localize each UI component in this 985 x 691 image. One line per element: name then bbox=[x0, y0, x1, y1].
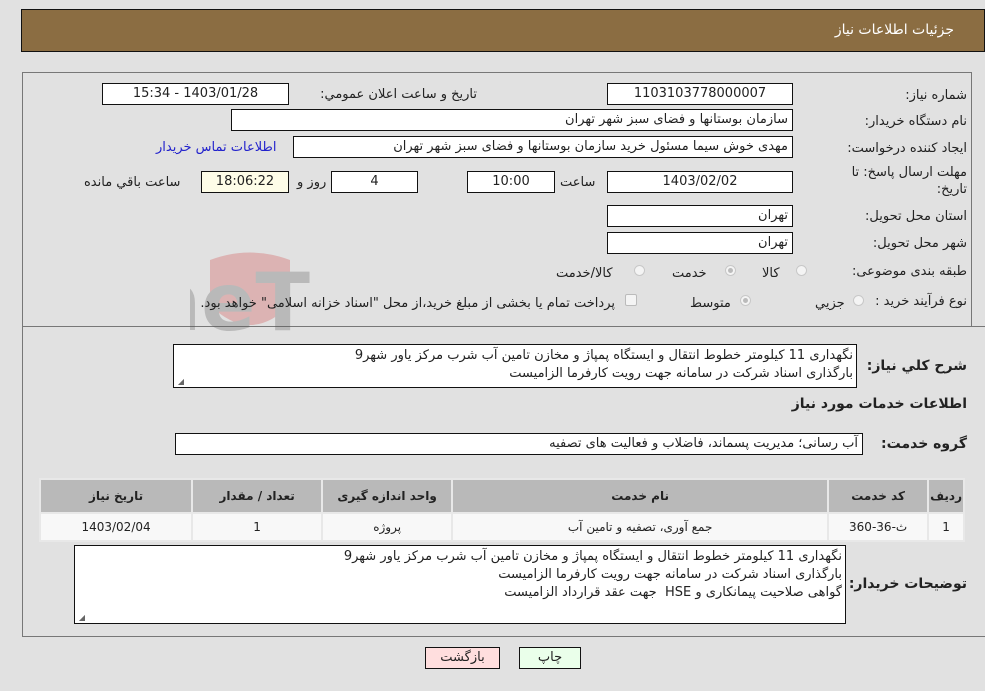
col-need-date: تاریخ نیاز bbox=[38, 478, 194, 514]
days-remaining-field: 4 bbox=[331, 171, 418, 193]
process-label: نوع فرآیند خرید : bbox=[875, 294, 967, 309]
col-service-code: کد خدمت bbox=[827, 478, 930, 514]
province-label: استان محل تحویل: bbox=[865, 209, 967, 224]
description-line-1: نگهداری 11 کیلومتر خطوط انتقال و ایستگاه… bbox=[354, 348, 853, 363]
category-option-service: خدمت bbox=[672, 266, 707, 281]
resize-grip-icon[interactable]: ◢ bbox=[176, 378, 184, 386]
category-radio-goods[interactable] bbox=[796, 265, 807, 276]
services-table: ردیف کد خدمت نام خدمت واحد اندازه گیری ت… bbox=[38, 478, 965, 542]
announce-datetime-field: 1403/01/28 - 15:34 bbox=[102, 83, 289, 105]
buyer-contact-link[interactable]: اطلاعات تماس خریدار bbox=[156, 140, 276, 155]
col-service-name: نام خدمت bbox=[451, 478, 830, 514]
section-divider bbox=[22, 326, 985, 327]
buyer-org-label: نام دستگاه خریدار: bbox=[864, 114, 967, 129]
deadline-time-label: ساعت bbox=[560, 175, 596, 190]
province-field: تهران bbox=[607, 205, 793, 227]
city-label: شهر محل تحویل: bbox=[872, 236, 967, 251]
deadline-label: مهلت ارسال پاسخ: تا bbox=[851, 165, 967, 180]
treasury-payment-checkbox[interactable] bbox=[625, 294, 637, 306]
treasury-payment-note: پرداخت تمام یا بخشی از مبلغ خرید،از محل … bbox=[200, 296, 615, 311]
description-label: شرح کلي نیاز: bbox=[866, 358, 967, 374]
buyer-notes-line-2: بارگذاری اسناد شرکت در سامانه جهت رویت ک… bbox=[498, 567, 842, 582]
buyer-notes-label: توضیحات خریدار: bbox=[848, 576, 967, 592]
col-unit: واحد اندازه گیری bbox=[321, 478, 454, 514]
process-radio-minor[interactable] bbox=[853, 295, 864, 306]
col-row-number: ردیف bbox=[927, 478, 965, 514]
requester-label: ایجاد کننده درخواست: bbox=[847, 141, 967, 156]
back-button[interactable]: بازگشت bbox=[425, 647, 500, 669]
col-quantity: تعداد / مقدار bbox=[191, 478, 324, 514]
city-field: تهران bbox=[607, 232, 793, 254]
need-number-label: شماره نیاز: bbox=[905, 88, 967, 103]
service-group-label: گروه خدمت: bbox=[881, 436, 967, 452]
buyer-notes-textarea[interactable]: نگهداری 11 کیلومتر خطوط انتقال و ایستگاه… bbox=[74, 545, 846, 624]
deadline-label-date: تاریخ: bbox=[936, 182, 967, 197]
cell-row-number: 1 bbox=[927, 512, 965, 542]
requester-field: مهدی خوش سیما مسئول خرید سازمان بوستانها… bbox=[293, 136, 793, 158]
print-button[interactable]: چاپ bbox=[519, 647, 581, 669]
table-row: 1 ث-36-360 جمع آوری، تصفیه و تامین آب پر… bbox=[38, 512, 965, 542]
cell-service-code: ث-36-360 bbox=[827, 512, 930, 542]
cell-need-date: 1403/02/04 bbox=[38, 512, 194, 542]
process-option-minor: جزيي bbox=[815, 296, 845, 311]
category-option-goods: کالا bbox=[762, 266, 780, 281]
category-radio-service[interactable] bbox=[725, 265, 736, 276]
description-textarea[interactable]: نگهداری 11 کیلومتر خطوط انتقال و ایستگاه… bbox=[173, 344, 857, 388]
description-line-2: بارگذاری اسناد شرکت در سامانه جهت رویت ک… bbox=[509, 366, 853, 381]
category-radio-goods-service[interactable] bbox=[634, 265, 645, 276]
need-number-field: 1103103778000007 bbox=[607, 83, 793, 105]
time-remaining-label: ساعت باقي مانده bbox=[84, 175, 181, 190]
process-radio-medium[interactable] bbox=[740, 295, 751, 306]
services-section-title: اطلاعات خدمات مورد نیاز bbox=[791, 396, 967, 412]
table-header-row: ردیف کد خدمت نام خدمت واحد اندازه گیری ت… bbox=[38, 478, 965, 514]
days-label: روز و bbox=[297, 175, 327, 190]
process-option-medium: متوسط bbox=[690, 296, 731, 311]
deadline-date-field: 1403/02/02 bbox=[607, 171, 793, 193]
cell-quantity: 1 bbox=[191, 512, 324, 542]
resize-grip-icon[interactable]: ◢ bbox=[77, 614, 85, 622]
deadline-time-field: 10:00 bbox=[467, 171, 555, 193]
service-group-field: آب رسانی؛ مدیریت پسماند، فاضلاب و فعالیت… bbox=[175, 433, 863, 455]
announce-datetime-label: تاریخ و ساعت اعلان عمومي: bbox=[320, 87, 477, 102]
time-remaining-field: 18:06:22 bbox=[201, 171, 289, 193]
buyer-notes-line-1: نگهداری 11 کیلومتر خطوط انتقال و ایستگاه… bbox=[343, 549, 842, 564]
page-title: جزئیات اطلاعات نیاز bbox=[834, 22, 954, 38]
footer-divider bbox=[22, 636, 985, 637]
buyer-org-field: سازمان بوستانها و فضای سبز شهر تهران bbox=[231, 109, 793, 131]
cell-unit: پروژه bbox=[321, 512, 454, 542]
category-label: طبقه بندی موضوعی: bbox=[851, 264, 967, 279]
panel-border bbox=[971, 72, 972, 326]
category-option-goods-service: کالا/خدمت bbox=[556, 266, 613, 281]
buyer-notes-line-3: گواهی صلاحیت پیمانکاری و HSE جهت عقد قرا… bbox=[504, 585, 842, 600]
cell-service-name: جمع آوری، تصفیه و تامین آب bbox=[451, 512, 830, 542]
page-header: جزئیات اطلاعات نیاز bbox=[21, 9, 985, 52]
